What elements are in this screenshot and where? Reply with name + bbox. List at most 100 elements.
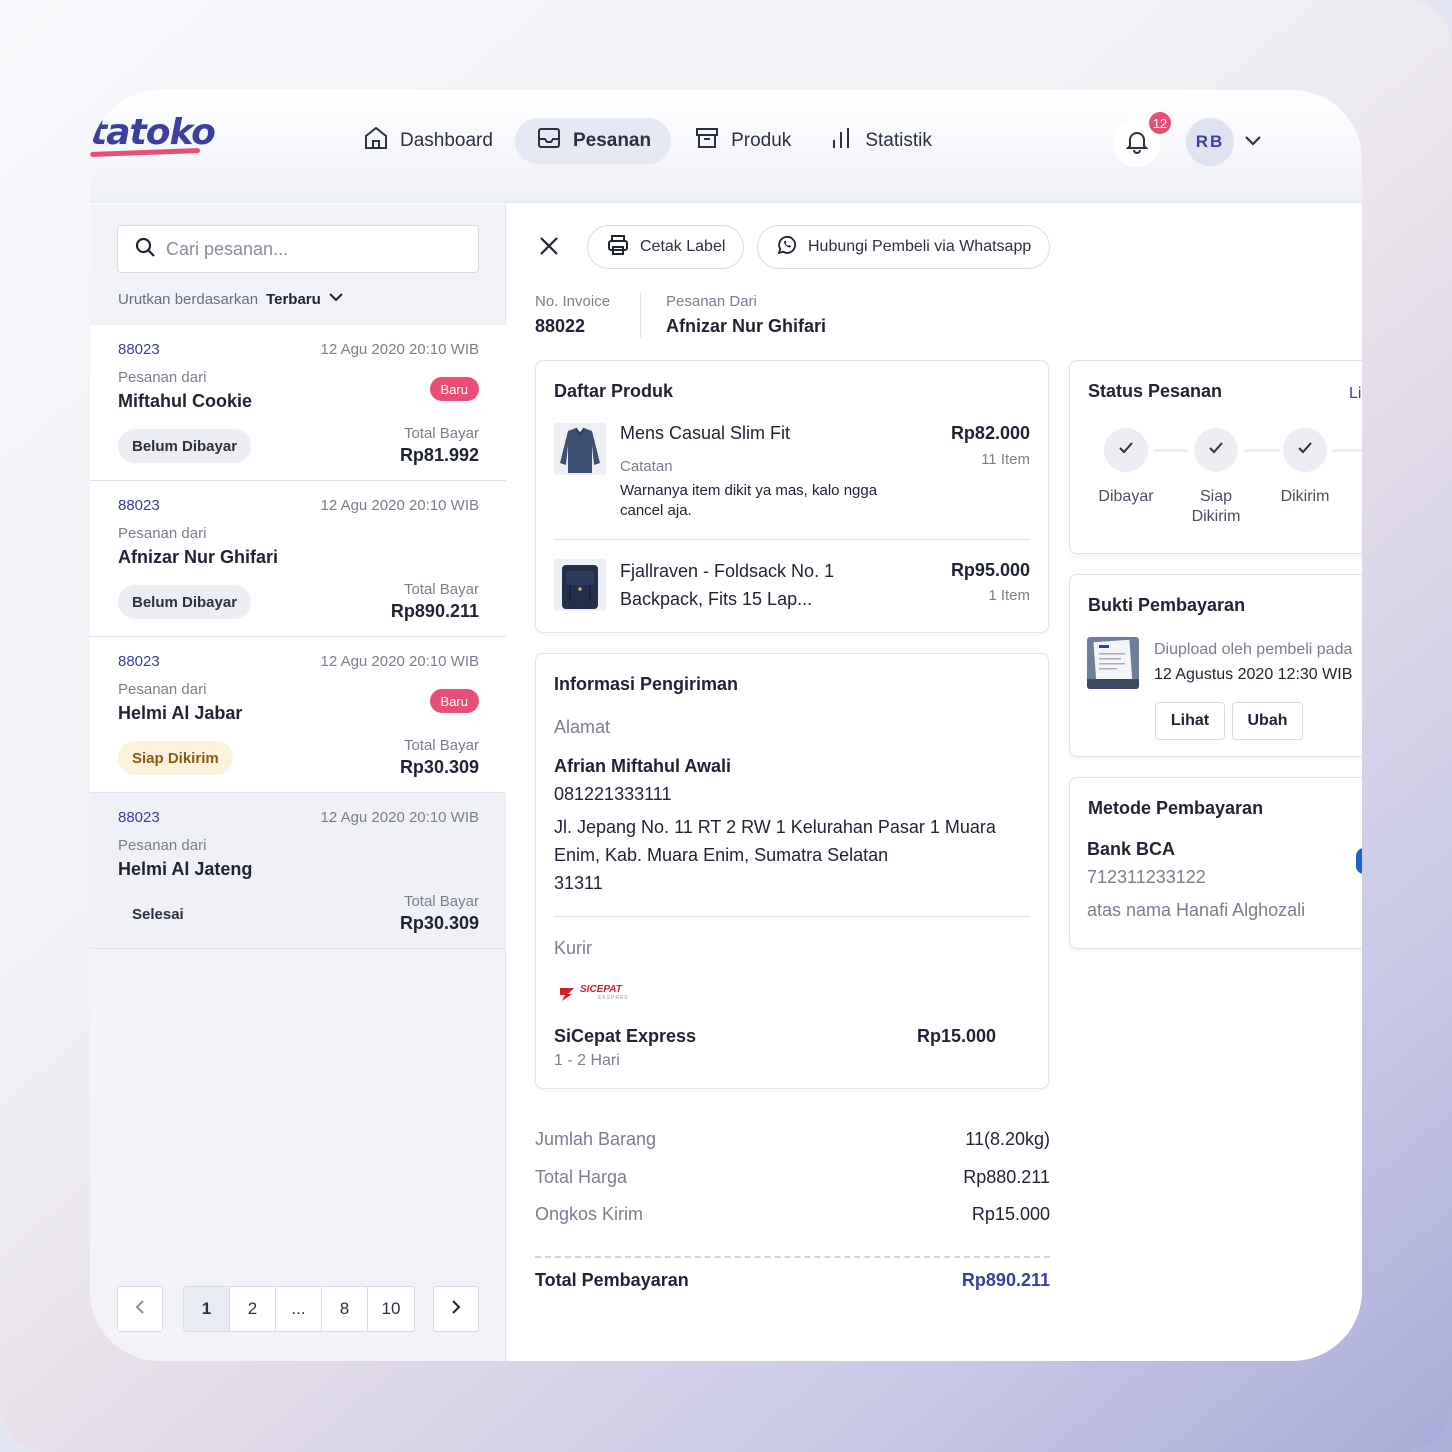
page-button[interactable]: 1 xyxy=(184,1287,230,1331)
order-total-label: Total Bayar xyxy=(403,737,479,754)
chevron-left-icon xyxy=(130,1297,150,1322)
order-card-selected[interactable]: 88023 12 Agu 2020 20:10 WIB Pesanan dari… xyxy=(90,793,506,949)
order-from-label: Pesanan dari xyxy=(118,525,207,542)
status-badge: Selesai xyxy=(132,905,184,923)
printer-icon xyxy=(606,233,630,262)
order-total: Rp30.309 xyxy=(399,913,479,933)
nav-statistik[interactable]: Statistik xyxy=(813,118,946,164)
product-list-title: Daftar Produk xyxy=(554,381,674,401)
status-badge: Siap Dikirim xyxy=(118,741,233,775)
check-icon xyxy=(1206,438,1226,463)
summary-items-row: Jumlah Barang 11(8.20kg) xyxy=(535,1129,1050,1150)
sicepat-logo-text: SICEPAT xyxy=(580,984,622,995)
order-date: 12 Agu 2020 20:10 WIB xyxy=(320,497,479,514)
summary-items-value: 11(8.20kg) xyxy=(965,1129,1050,1149)
app-window: tatoko Dashboard Pesanan Produk Statisti… xyxy=(90,90,1362,1361)
sort-label: Urutkan berdasarkan xyxy=(118,290,259,308)
order-status-title: Status Pesanan xyxy=(1088,381,1223,401)
order-from-label: Pesanan dari xyxy=(118,369,207,386)
nav-statistik-label: Statistik xyxy=(865,130,932,151)
order-card[interactable]: 88023 12 Agu 2020 20:10 WIB Pesanan dari… xyxy=(90,325,506,481)
page-numbers: 1 2 ... 8 10 xyxy=(183,1286,415,1332)
order-from-label: Pesanan Dari xyxy=(666,293,757,310)
whatsapp-icon xyxy=(776,234,798,261)
step-label-paid: Dibayar xyxy=(1098,488,1154,505)
summary-subtotal-value: Rp880.211 xyxy=(963,1167,1050,1187)
nav-dashboard[interactable]: Dashboard xyxy=(348,118,507,164)
order-list: 88023 12 Agu 2020 20:10 WIB Pesanan dari… xyxy=(90,325,506,949)
order-date: 12 Agu 2020 20:10 WIB xyxy=(320,341,479,358)
status-detail-link[interactable]: Li xyxy=(1349,385,1361,403)
order-card[interactable]: 88023 12 Agu 2020 20:10 WIB Pesanan dari… xyxy=(90,481,506,637)
nav-produk[interactable]: Produk xyxy=(679,118,805,164)
product-divider xyxy=(554,539,1030,540)
notification-count-badge: 12 xyxy=(1147,110,1173,136)
check-icon xyxy=(1116,438,1136,463)
shipping-info-title: Informasi Pengiriman xyxy=(554,674,739,694)
user-avatar[interactable]: RB xyxy=(1186,118,1234,166)
invoice-number: 88022 xyxy=(535,316,586,336)
step-connector xyxy=(1154,449,1188,452)
page-button[interactable]: 2 xyxy=(230,1287,276,1331)
order-customer-name: Helmi Al Jabar xyxy=(118,703,243,723)
step-label-ready: Siap Dikirim xyxy=(1191,488,1241,525)
search-box[interactable] xyxy=(117,225,479,273)
nav-pesanan[interactable]: Pesanan xyxy=(514,118,672,164)
home-icon xyxy=(362,124,390,158)
product-note: Warnanya item dikit ya mas, kalo ngga ca… xyxy=(620,482,878,519)
edit-proof-button[interactable]: Ubah xyxy=(1232,702,1303,740)
meta-divider xyxy=(640,292,641,338)
main-nav: Dashboard Pesanan Produk Statistik xyxy=(348,118,946,164)
product-image-backpack[interactable] xyxy=(554,559,606,611)
summary-total-row: Total Pembayaran Rp890.211 xyxy=(535,1270,1050,1291)
chevron-down-icon[interactable] xyxy=(1242,130,1264,157)
order-customer-name: Miftahul Cookie xyxy=(118,391,252,411)
prev-page-button[interactable] xyxy=(117,1286,163,1332)
payment-method-title: Metode Pembayaran xyxy=(1088,798,1264,818)
summary-total-value: Rp890.211 xyxy=(961,1270,1050,1290)
summary-shipping-row: Ongkos Kirim Rp15.000 xyxy=(535,1204,1050,1225)
order-card[interactable]: 88023 12 Agu 2020 20:10 WIB Pesanan dari… xyxy=(90,637,506,793)
order-id: 88023 xyxy=(118,653,160,670)
recipient-address: Jl. Jepang No. 11 RT 2 RW 1 Kelurahan Pa… xyxy=(554,817,996,865)
product-name: Fjallraven - Foldsack No. 1 Backpack, Fi… xyxy=(620,561,835,609)
order-total: Rp30.309 xyxy=(399,757,479,777)
summary-total-label: Total Pembayaran xyxy=(535,1270,689,1290)
new-badge: Baru xyxy=(429,377,479,401)
receipt-thumbnail[interactable] xyxy=(1087,637,1139,689)
order-customer-name: Afnizar Nur Ghifari xyxy=(118,547,279,567)
top-header: tatoko Dashboard Pesanan Produk Statisti… xyxy=(90,90,1362,203)
payment-proof-title: Bukti Pembayaran xyxy=(1088,595,1246,615)
payment-proof-card: Bukti Pembayaran Diupload oleh pembeli p… xyxy=(1069,574,1362,757)
sort-dropdown[interactable]: Terbaru xyxy=(266,288,345,310)
print-label-button[interactable]: Cetak Label xyxy=(587,225,745,269)
product-image-shirt[interactable] xyxy=(554,423,606,475)
payment-method-card: Metode Pembayaran Bank BCA 712311233122 … xyxy=(1069,777,1362,949)
check-icon xyxy=(1295,438,1315,463)
product-qty: 1 Item xyxy=(988,587,1030,604)
bell-icon xyxy=(1123,127,1151,160)
order-date: 12 Agu 2020 20:10 WIB xyxy=(320,809,479,826)
search-input[interactable] xyxy=(166,238,466,260)
summary-shipping-value: Rp15.000 xyxy=(971,1204,1050,1224)
close-detail-button[interactable] xyxy=(537,234,561,263)
pagination: 1 2 ... 8 10 xyxy=(117,1286,479,1332)
order-from-label: Pesanan dari xyxy=(118,837,207,854)
whatsapp-contact-button[interactable]: Hubungi Pembeli via Whatsapp xyxy=(757,225,1051,269)
nav-produk-label: Produk xyxy=(731,130,792,151)
box-icon xyxy=(693,124,721,158)
order-from-name: Afnizar Nur Ghifari xyxy=(666,316,827,336)
step-connector xyxy=(1244,449,1280,452)
upload-info-label: Diupload oleh pembeli pada xyxy=(1154,641,1353,658)
order-id: 88023 xyxy=(118,497,160,514)
page-button[interactable]: 10 xyxy=(368,1287,414,1331)
recipient-name: Afrian Miftahul Awali xyxy=(554,756,732,776)
address-label: Alamat xyxy=(554,717,611,737)
summary-shipping-label: Ongkos Kirim xyxy=(535,1204,644,1224)
sort-control: Urutkan berdasarkan Terbaru xyxy=(118,288,345,310)
page-button[interactable]: 8 xyxy=(322,1287,368,1331)
product-qty: 11 Item xyxy=(981,451,1030,468)
view-proof-button[interactable]: Lihat xyxy=(1155,702,1225,740)
next-page-button[interactable] xyxy=(433,1286,479,1332)
brand-logo[interactable]: tatoko xyxy=(90,112,216,153)
